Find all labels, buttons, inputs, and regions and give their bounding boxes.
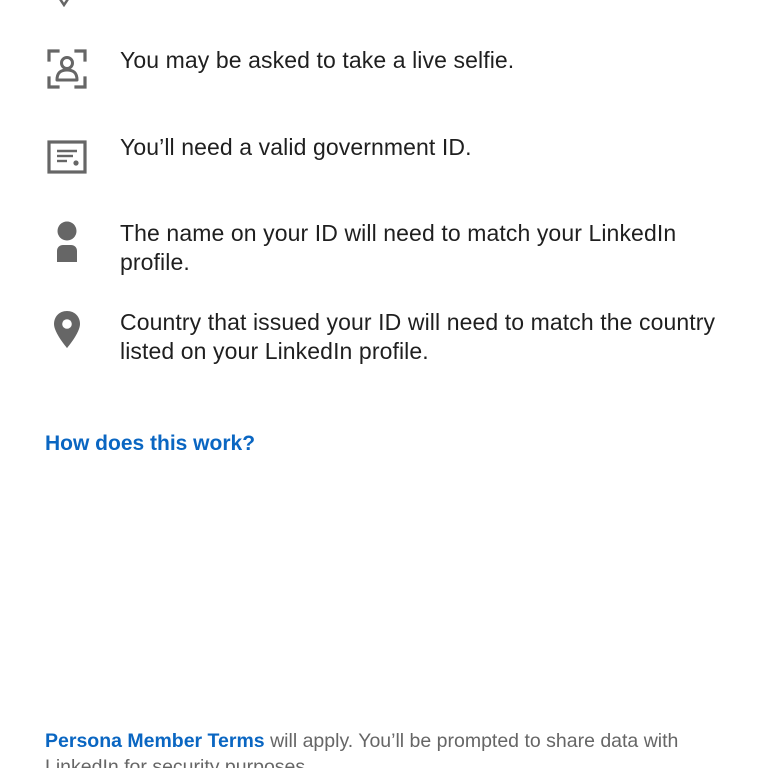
id-card-icon bbox=[46, 136, 88, 178]
requirement-selfie-text: You may be asked to take a live selfie. bbox=[120, 47, 515, 73]
footer-terms: Persona Member Terms will apply. You’ll … bbox=[45, 728, 735, 768]
partial-icon bbox=[58, 0, 74, 8]
person-icon bbox=[46, 220, 88, 262]
requirement-government-id-text: You’ll need a valid government ID. bbox=[120, 134, 472, 160]
location-pin-icon bbox=[46, 308, 88, 350]
requirement-name-match-text: The name on your ID will need to match y… bbox=[120, 220, 677, 275]
verification-requirements-screen: You may be asked to take a live selfie. … bbox=[0, 0, 768, 768]
selfie-camera-icon bbox=[46, 48, 88, 90]
requirement-country-match-text: Country that issued your ID will need to… bbox=[120, 309, 716, 364]
persona-member-terms-link[interactable]: Persona Member Terms bbox=[45, 730, 265, 752]
how-does-this-work-link[interactable]: How does this work? bbox=[45, 430, 255, 458]
